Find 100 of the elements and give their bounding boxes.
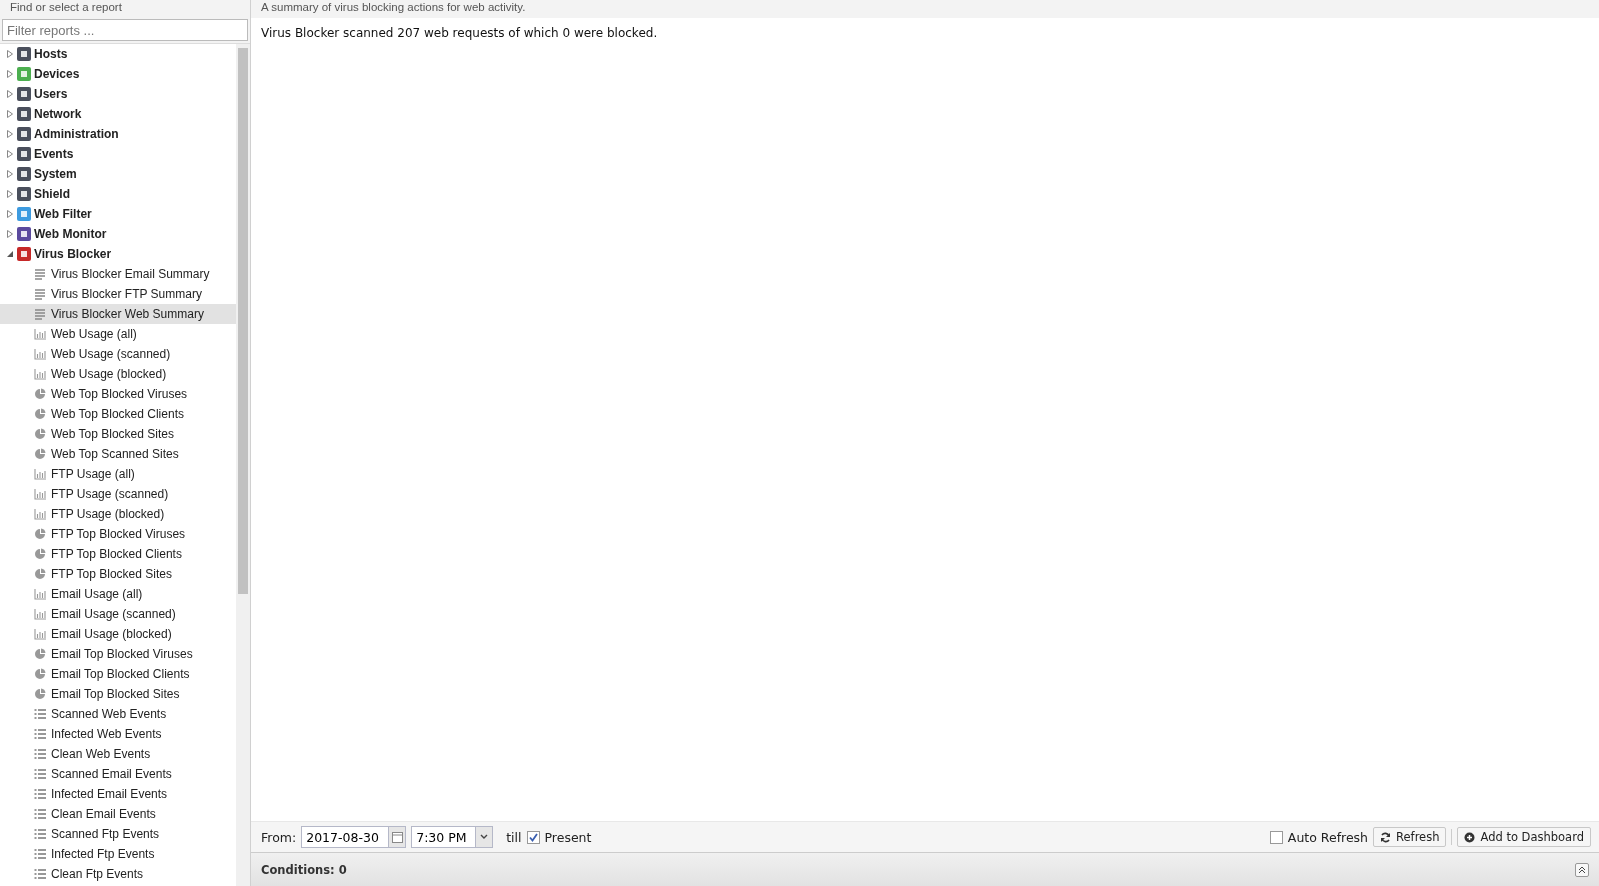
tree-item[interactable]: Email Usage (scanned) [0, 604, 236, 624]
present-label: Present [544, 829, 592, 845]
bar-chart-icon [34, 608, 46, 620]
tree-item[interactable]: Web Usage (all) [0, 324, 236, 344]
tree-item[interactable]: Web Usage (blocked) [0, 364, 236, 384]
tree-item[interactable]: Email Usage (blocked) [0, 624, 236, 644]
expand-arrow-icon[interactable] [6, 130, 14, 138]
tree-category[interactable]: Users [0, 84, 236, 104]
scrollbar[interactable] [236, 44, 250, 886]
till-label: till [506, 829, 522, 845]
list-icon [34, 808, 46, 820]
report-text: Virus Blocker scanned 207 web requests of which 0 were blocked. [261, 26, 659, 40]
expand-arrow-icon[interactable] [6, 150, 14, 158]
lines-icon [34, 288, 46, 300]
tree-item[interactable]: Virus Blocker FTP Summary [0, 284, 236, 304]
tree-category[interactable]: Devices [0, 64, 236, 84]
pie-chart-icon [34, 648, 46, 660]
bar-chart-icon [34, 348, 46, 360]
tree-item[interactable]: FTP Usage (all) [0, 464, 236, 484]
pie-chart-icon [34, 428, 46, 440]
filter-field[interactable]: Filter reports ... [2, 19, 248, 41]
refresh-icon [1380, 831, 1392, 843]
pie-chart-icon [34, 448, 46, 460]
tree-item[interactable]: Clean Web Events [0, 744, 236, 764]
collapse-arrow-icon[interactable] [6, 250, 14, 258]
date-field[interactable]: 2017-08-30 [301, 826, 407, 848]
tree-item[interactable]: Web Top Blocked Viruses [0, 384, 236, 404]
expand-arrow-icon[interactable] [6, 70, 14, 78]
tree-item[interactable]: Virus Blocker Email Summary [0, 264, 236, 284]
tree-item[interactable]: Clean Email Events [0, 804, 236, 824]
bar-chart-icon [34, 628, 46, 640]
from-label: From: [261, 829, 297, 845]
lines-icon [34, 268, 46, 280]
tree-item[interactable]: FTP Usage (blocked) [0, 504, 236, 524]
tree-category[interactable]: Hosts [0, 44, 236, 64]
present-checkbox[interactable] [526, 830, 540, 844]
tree-item[interactable]: Scanned Ftp Events [0, 824, 236, 844]
calendar-icon[interactable] [391, 831, 403, 843]
bar-chart-icon [34, 508, 46, 520]
conditions-label: Conditions: 0 [261, 862, 347, 877]
list-icon [34, 748, 46, 760]
tree-item[interactable]: Email Top Blocked Sites [0, 684, 236, 704]
time-field[interactable]: 7:30 PM [411, 826, 494, 848]
tree-item[interactable]: Email Top Blocked Clients [0, 664, 236, 684]
tree-item[interactable]: Web Usage (scanned) [0, 344, 236, 364]
pie-chart-icon [34, 688, 46, 700]
tree-item[interactable]: Web Top Blocked Sites [0, 424, 236, 444]
refresh-button[interactable]: Refresh [1373, 827, 1447, 847]
list-icon [34, 768, 46, 780]
tree-category[interactable]: Events [0, 144, 236, 164]
pie-chart-icon [34, 408, 46, 420]
tree-item[interactable]: FTP Top Blocked Viruses [0, 524, 236, 544]
list-icon [34, 828, 46, 840]
bar-chart-icon [34, 588, 46, 600]
list-icon [34, 868, 46, 880]
pie-chart-icon [34, 528, 46, 540]
expand-arrow-icon[interactable] [6, 110, 14, 118]
add-to-dashboard-button[interactable]: Add to Dashboard [1457, 827, 1591, 847]
tree-item[interactable]: Email Usage (all) [0, 584, 236, 604]
tree-item[interactable]: FTP Top Blocked Clients [0, 544, 236, 564]
tree-item[interactable]: Infected Email Events [0, 784, 236, 804]
tree-category[interactable]: Web Filter [0, 204, 236, 224]
lines-icon [34, 308, 46, 320]
tree-category[interactable]: Virus Blocker [0, 244, 236, 264]
expand-arrow-icon[interactable] [6, 210, 14, 218]
expand-arrow-icon[interactable] [6, 230, 14, 238]
bar-chart-icon [34, 488, 46, 500]
bar-chart-icon [34, 328, 46, 340]
bar-chart-icon [34, 468, 46, 480]
tree-item[interactable]: Scanned Web Events [0, 704, 236, 724]
sidebar-title: Find or select a report [9, 0, 123, 15]
auto-refresh-label: Auto Refresh [1287, 829, 1369, 845]
report-description: A summary of virus blocking actions for web activity. [251, 0, 1599, 18]
tree-category[interactable]: System [0, 164, 236, 184]
tree-category[interactable]: Network [0, 104, 236, 124]
list-icon [34, 708, 46, 720]
tree-item[interactable]: Scanned Email Events [0, 764, 236, 784]
list-icon [34, 848, 46, 860]
expand-arrow-icon[interactable] [6, 190, 14, 198]
expand-arrow-icon[interactable] [6, 90, 14, 98]
tree-category[interactable]: Administration [0, 124, 236, 144]
pie-chart-icon [34, 548, 46, 560]
tree-item[interactable]: Web Top Blocked Clients [0, 404, 236, 424]
tree-category[interactable]: Web Monitor [0, 224, 236, 244]
tree-item[interactable]: FTP Usage (scanned) [0, 484, 236, 504]
tree-item[interactable]: Clean Ftp Events [0, 864, 236, 884]
expand-arrow-icon[interactable] [6, 170, 14, 178]
bar-chart-icon [34, 368, 46, 380]
auto-refresh-checkbox[interactable] [1269, 830, 1283, 844]
tree-item[interactable]: Infected Web Events [0, 724, 236, 744]
tree-category[interactable]: Shield [0, 184, 236, 204]
list-icon [34, 728, 46, 740]
tree-item[interactable]: Web Top Scanned Sites [0, 444, 236, 464]
expand-arrow-icon[interactable] [6, 50, 14, 58]
tree-item[interactable]: Virus Blocker Web Summary [0, 304, 236, 324]
pie-chart-icon [34, 668, 46, 680]
tree-item[interactable]: FTP Top Blocked Sites [0, 564, 236, 584]
tree-item[interactable]: Infected Ftp Events [0, 844, 236, 864]
expand-up-icon[interactable] [1575, 862, 1589, 877]
tree-item[interactable]: Email Top Blocked Viruses [0, 644, 236, 664]
